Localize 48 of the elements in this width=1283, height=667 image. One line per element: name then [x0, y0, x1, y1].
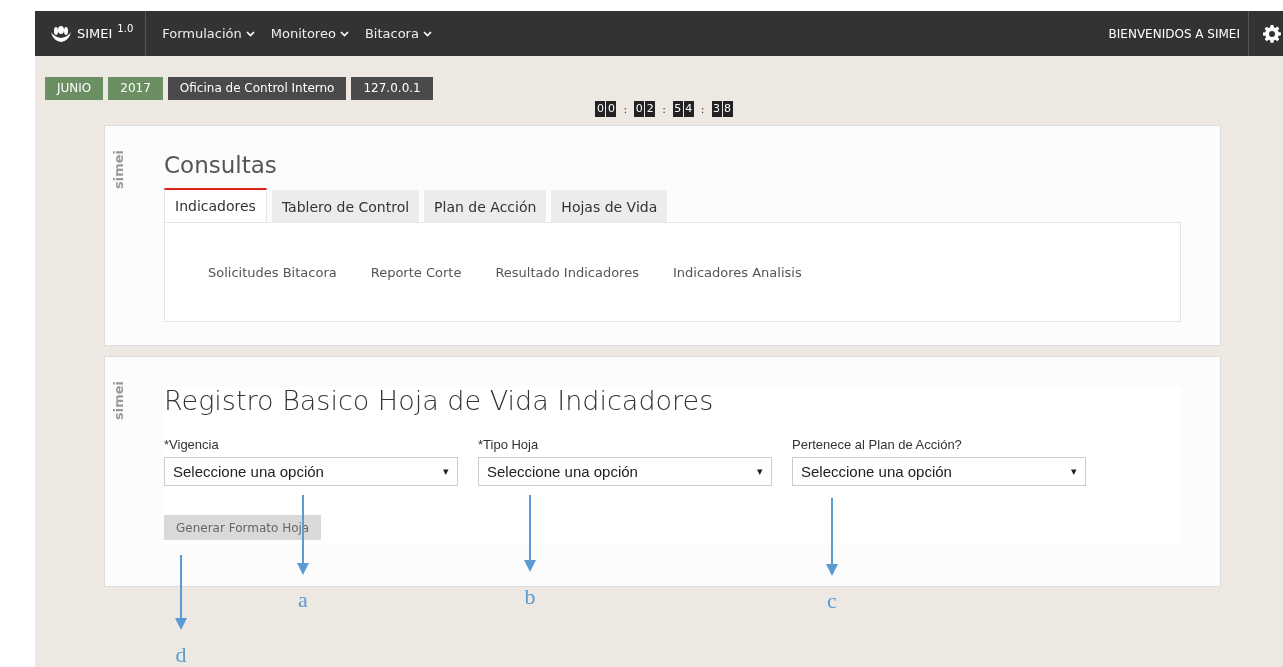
timer-separator: : — [661, 102, 667, 116]
annotation-label: a — [297, 589, 309, 611]
annotation-label: b — [523, 586, 537, 608]
select-field[interactable]: Seleccione una opción ▾ — [792, 457, 1086, 486]
tab[interactable]: Hojas de Vida — [551, 190, 668, 222]
timer-digit: 0 — [634, 101, 645, 117]
field-label: *Tipo Hoja — [478, 437, 540, 452]
field-label: *Vigencia — [164, 437, 220, 452]
tab[interactable]: Plan de Acción — [424, 190, 547, 222]
timer-digit: 2 — [645, 101, 656, 117]
tab[interactable]: Indicadores — [164, 188, 267, 222]
section-title: Consultas — [164, 152, 278, 180]
nav-menu[interactable]: Bitacora — [358, 22, 438, 45]
side-label: simei — [111, 150, 126, 189]
info-badge: JUNIO — [45, 77, 104, 100]
chevron-down-icon — [339, 30, 349, 37]
report-link[interactable]: Indicadores Analisis — [672, 265, 802, 283]
report-link[interactable]: Solicitudes Bitacora — [208, 265, 337, 283]
side-label: simei — [111, 381, 126, 420]
report-link[interactable]: Resultado Indicadores — [495, 265, 639, 283]
settings-icon[interactable] — [1263, 24, 1281, 43]
chevron-down-icon — [245, 30, 255, 37]
timer-digit: 0 — [606, 101, 617, 117]
form-title: Registro Basico Hoja de Vida Indicadores — [164, 387, 715, 418]
welcome-text: BIENVENIDOS A SIMEI — [1108, 26, 1241, 41]
info-badge: Oficina de Control Interno — [167, 77, 347, 100]
timer-separator: : — [622, 102, 629, 116]
annotation-label: d — [174, 644, 188, 666]
brand-name[interactable]: SIMEI — [77, 26, 113, 41]
field-label: Pertenece al Plan de Acción? — [792, 437, 963, 452]
nav-menu[interactable]: Monitoreo — [264, 22, 355, 45]
timer-digit: 5 — [672, 101, 683, 117]
select-field[interactable]: Seleccione una opción ▾ — [164, 457, 458, 486]
report-link[interactable]: Reporte Corte — [370, 265, 462, 283]
timer-separator: : — [699, 102, 706, 116]
info-badge: 127.0.0.1 — [351, 77, 433, 100]
timer-digit: 0 — [595, 101, 606, 117]
version-label: 1.0 — [117, 23, 134, 34]
info-badge: 2017 — [108, 77, 163, 100]
nav-menu[interactable]: Formulación — [156, 22, 261, 45]
tab[interactable]: Tablero de Control — [271, 190, 420, 222]
hands-logo-icon — [50, 24, 72, 43]
annotation-label: c — [826, 590, 838, 612]
select-field[interactable]: Seleccione una opción ▾ — [478, 457, 772, 486]
chevron-down-icon — [422, 30, 432, 37]
timer-digit: 8 — [722, 101, 733, 117]
timer-digit: 4 — [683, 101, 694, 117]
timer-digit: 3 — [711, 101, 722, 117]
